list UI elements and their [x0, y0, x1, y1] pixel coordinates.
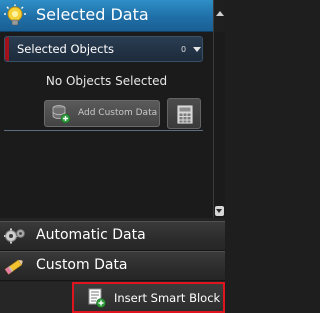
scroll-up-button[interactable]: [213, 0, 225, 32]
calculator-button[interactable]: [167, 98, 201, 129]
section-automatic-data[interactable]: Automatic Data: [0, 221, 225, 251]
dropdown-label: Selected Objects: [17, 42, 114, 56]
selected-data-panel: Selected Data Selected Objects 0 No Obje…: [0, 0, 225, 313]
selected-count: 0: [181, 45, 187, 54]
divider: [4, 130, 203, 131]
calculator-icon: [177, 105, 193, 124]
scroll-down-arrow-icon: [216, 209, 222, 213]
insert-smart-block-button[interactable]: Insert Smart Block: [72, 282, 225, 313]
dropdown-accent: [5, 37, 9, 61]
add-custom-data-button[interactable]: Add Custom Data: [44, 100, 160, 127]
vertical-scrollbar[interactable]: [213, 32, 225, 218]
chevron-down-icon: [193, 47, 201, 52]
selected-objects-dropdown[interactable]: Selected Objects 0: [4, 36, 203, 62]
database-add-icon: [52, 105, 71, 124]
section-label-custom-data: Custom Data: [36, 257, 128, 273]
scroll-down-button[interactable]: [215, 206, 224, 216]
gears-icon: [4, 228, 25, 244]
insert-block-icon: [88, 288, 106, 308]
section-custom-data[interactable]: Custom Data: [0, 251, 225, 281]
panel-header[interactable]: Selected Data: [0, 0, 225, 32]
add-custom-data-label: Add Custom Data: [78, 108, 158, 118]
lightbulb-gear-icon: [4, 4, 26, 26]
panel-title: Selected Data: [36, 5, 149, 24]
section-label-automatic-data: Automatic Data: [36, 227, 146, 243]
scroll-up-arrow-icon: [216, 11, 224, 16]
insert-smart-block-label: Insert Smart Block: [114, 291, 221, 305]
empty-selection-message: No Objects Selected: [45, 74, 168, 88]
selected-data-content: Selected Objects 0 No Objects Selected A…: [0, 32, 213, 218]
pencil-eraser-icon: [4, 259, 24, 275]
